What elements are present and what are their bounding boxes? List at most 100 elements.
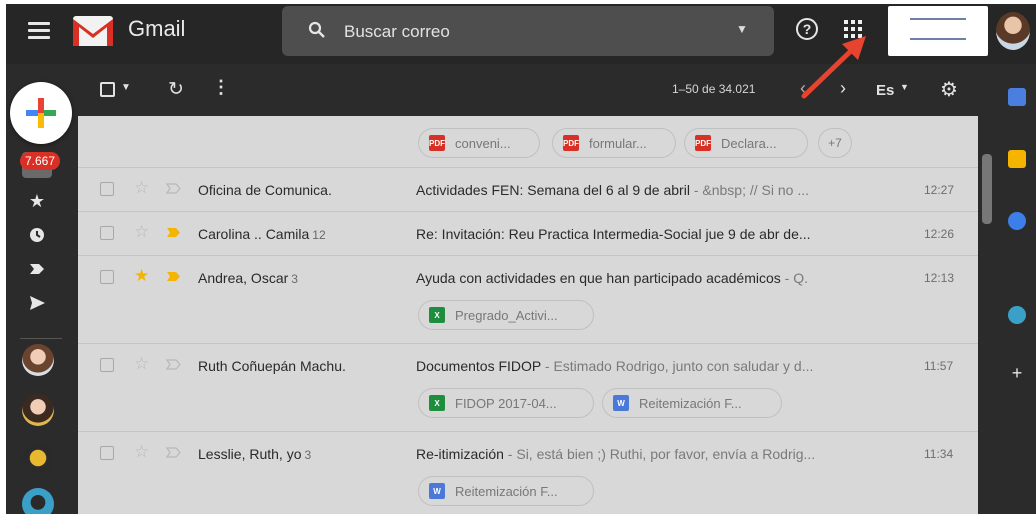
importance-marker-icon[interactable] — [166, 227, 181, 238]
toolbar: ▼ ↻ ⋮ 1–50 de 34.021 ‹ › Es ▼ ⚙ — [76, 64, 996, 116]
thread-count: 12 — [312, 228, 326, 242]
label-icon[interactable] — [28, 260, 46, 278]
attachment-name: FIDOP 2017-04... — [455, 395, 557, 411]
star-icon[interactable]: ☆ — [134, 354, 149, 374]
gmail-logo-icon[interactable] — [72, 14, 114, 48]
sender-name: Carolina .. Camila 12 — [198, 226, 326, 242]
sheets-file-icon: X — [429, 395, 445, 411]
attachment-chip[interactable]: X Pregrado_Activi... — [418, 300, 594, 330]
email-snippet: - Si, está bien ;) Ruthi, por favor, env… — [503, 446, 816, 462]
importance-marker-icon[interactable] — [166, 183, 181, 194]
attachment-chip[interactable]: W Reitemización F... — [418, 476, 594, 506]
contact-avatar[interactable] — [22, 344, 54, 376]
compose-button[interactable] — [10, 82, 72, 144]
more-attachments-chip[interactable]: +7 — [818, 128, 852, 158]
select-all-checkbox[interactable] — [100, 82, 115, 97]
search-input[interactable]: Buscar correo — [344, 22, 450, 42]
star-icon[interactable]: ☆ — [134, 178, 149, 198]
importance-marker-icon[interactable] — [166, 447, 181, 458]
clock-icon[interactable] — [28, 226, 46, 244]
sender-name: Ruth Coñuepán Machu. — [198, 358, 346, 374]
row-checkbox[interactable] — [100, 270, 114, 284]
tasks-icon[interactable] — [1008, 212, 1026, 230]
add-addon-icon[interactable]: + — [1008, 364, 1026, 382]
list-scrollbar[interactable] — [982, 154, 992, 224]
attachment-chip[interactable]: PDF Declara... — [684, 128, 808, 158]
email-row[interactable]: ☆ Carolina .. Camila 12 Re: Invitación: R… — [78, 212, 978, 256]
gear-icon[interactable]: ⚙ — [940, 77, 958, 102]
email-time: 11:34 — [924, 447, 954, 461]
email-subject-snippet: Re-itimización - Si, está bien ;) Ruthi,… — [416, 446, 866, 462]
star-icon[interactable]: ★ — [134, 266, 149, 286]
keep-icon[interactable] — [1008, 150, 1026, 168]
star-icon[interactable]: ☆ — [134, 442, 149, 462]
search-bar[interactable]: Buscar correo ▼ — [282, 6, 774, 56]
refresh-icon[interactable]: ↻ — [168, 78, 184, 101]
attachment-name: Pregrado_Activi... — [455, 307, 558, 323]
top-bar: Gmail Buscar correo ▼ ? — [6, 4, 1036, 64]
contact-avatar[interactable] — [22, 442, 54, 474]
pdf-file-icon: PDF — [695, 135, 711, 151]
app-name[interactable]: Gmail — [128, 16, 185, 42]
email-subject-snippet: Actividades FEN: Semana del 6 al 9 de ab… — [416, 182, 866, 198]
email-subject-snippet: Documentos FIDOP - Estimado Rodrigo, jun… — [416, 358, 866, 374]
send-icon[interactable] — [28, 294, 46, 312]
email-row[interactable]: ★ Andrea, Oscar 3 Ayuda con actividades e… — [78, 256, 978, 344]
star-icon[interactable]: ☆ — [134, 222, 149, 242]
email-snippet: - Estimado Rodrigo, junto con saludar y … — [541, 358, 814, 374]
addon-icon[interactable] — [1008, 306, 1026, 324]
inbox-unread-badge: 7.667 — [20, 152, 61, 170]
attachment-name: conveni... — [455, 135, 511, 151]
email-time: 12:13 — [924, 271, 955, 285]
chevron-left-icon[interactable]: ‹ — [800, 78, 806, 99]
email-snippet: - &nbsp; // Si no ... — [689, 182, 809, 198]
chevron-down-icon[interactable]: ▼ — [900, 82, 909, 92]
more-icon[interactable]: ⋮ — [212, 77, 230, 98]
organization-logo[interactable] — [888, 6, 988, 56]
docs-file-icon: W — [429, 483, 445, 499]
thread-count: 3 — [291, 272, 298, 286]
email-list: PDF conveni... PDF formular... PDF Decla… — [78, 116, 978, 514]
help-icon[interactable]: ? — [796, 18, 818, 40]
previous-email-attachments-row[interactable]: PDF conveni... PDF formular... PDF Decla… — [78, 116, 978, 168]
calendar-icon[interactable] — [1008, 88, 1026, 106]
importance-marker-icon[interactable] — [166, 271, 181, 282]
left-nav: 7.667 ★ — [6, 64, 76, 514]
select-dropdown-icon[interactable]: ▼ — [121, 82, 131, 93]
star-icon[interactable]: ★ — [28, 192, 46, 210]
email-subject: Ayuda con actividades en que han partici… — [416, 270, 781, 286]
account-avatar[interactable] — [996, 12, 1030, 50]
email-time: 11:57 — [924, 359, 954, 373]
pdf-file-icon: PDF — [429, 135, 445, 151]
row-checkbox[interactable] — [100, 446, 114, 460]
attachment-name: formular... — [589, 135, 647, 151]
importance-marker-icon[interactable] — [166, 359, 181, 370]
sender-name: Lesslie, Ruth, yo 3 — [198, 446, 312, 462]
email-subject: Re-itimización — [416, 446, 504, 462]
attachment-name: Reitemización F... — [455, 483, 558, 499]
row-checkbox[interactable] — [100, 226, 114, 240]
email-subject-snippet: Re: Invitación: Reu Practica Intermedia-… — [416, 226, 866, 242]
attachment-chip[interactable]: PDF conveni... — [418, 128, 540, 158]
email-time: 12:27 — [924, 183, 955, 197]
row-checkbox[interactable] — [100, 358, 114, 372]
email-subject: Documentos FIDOP — [416, 358, 542, 374]
attachment-chip[interactable]: W Reitemización F... — [602, 388, 782, 418]
attachment-name: Reitemización F... — [639, 395, 742, 411]
apps-icon[interactable] — [844, 20, 862, 38]
chevron-right-icon[interactable]: › — [840, 78, 846, 99]
attachment-chip[interactable]: PDF formular... — [552, 128, 676, 158]
contact-avatar[interactable] — [22, 488, 54, 514]
menu-icon[interactable] — [28, 22, 50, 40]
email-time: 12:26 — [924, 227, 955, 241]
attachment-chip[interactable]: X FIDOP 2017-04... — [418, 388, 594, 418]
input-language-selector[interactable]: Es — [876, 82, 894, 99]
row-checkbox[interactable] — [100, 182, 114, 196]
email-row[interactable]: ☆ Lesslie, Ruth, yo 3 Re-itimización - Si… — [78, 432, 978, 514]
contact-avatar[interactable] — [22, 394, 54, 426]
pagination-count: 1–50 de 34.021 — [672, 82, 756, 96]
search-options-icon[interactable]: ▼ — [736, 22, 748, 36]
search-icon[interactable] — [308, 21, 326, 39]
email-row[interactable]: ☆ Ruth Coñuepán Machu. Documentos FIDOP … — [78, 344, 978, 432]
email-row[interactable]: ☆ Oficina de Comunica. Actividades FEN: … — [78, 168, 978, 212]
